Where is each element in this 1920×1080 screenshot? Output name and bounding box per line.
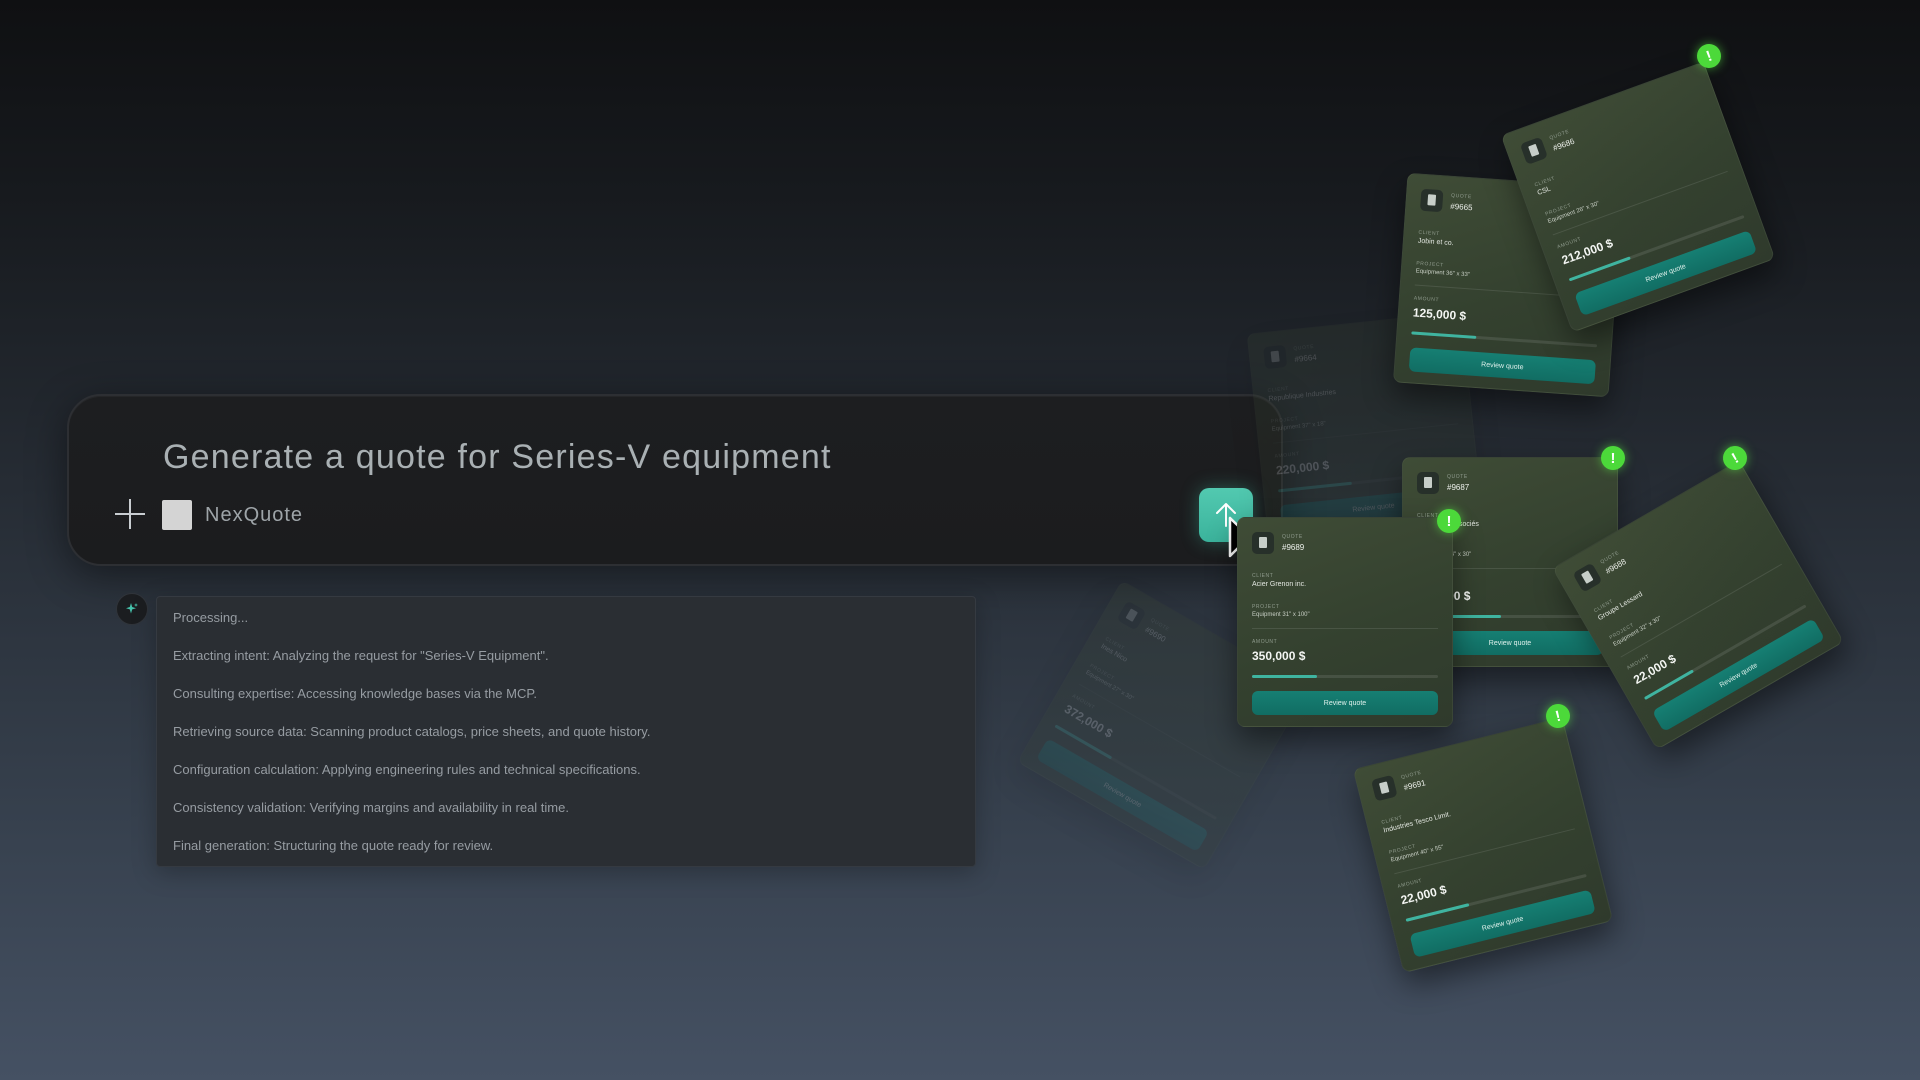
document-icon	[1572, 562, 1603, 593]
quote-caption: QUOTE	[1293, 343, 1315, 353]
divider	[1552, 170, 1728, 236]
log-line: Final generation: Structuring the quote …	[173, 838, 494, 853]
divider	[1252, 628, 1438, 629]
divider	[1620, 563, 1783, 658]
progress-fill	[1405, 903, 1470, 922]
sparkle-icon	[126, 603, 138, 614]
document-icon	[1417, 472, 1439, 494]
review-quote-button[interactable]: Review quote	[1408, 347, 1596, 385]
tool-logo-icon	[162, 500, 192, 530]
review-quote-button[interactable]: Review quote	[1252, 691, 1438, 715]
document-icon	[1419, 188, 1444, 213]
prompt-input[interactable]: Generate a quote for Series-V equipment	[163, 438, 832, 477]
document-icon	[1519, 136, 1549, 165]
project-spec: Equipment 36" x 33"	[1415, 268, 1471, 279]
review-quote-button[interactable]: Review quote	[1409, 889, 1596, 958]
quote-caption: QUOTE	[1282, 534, 1303, 540]
project-spec: Equipment 31" x 100"	[1252, 612, 1310, 618]
quote-caption: QUOTE	[1450, 192, 1473, 201]
quote-number: #9687	[1447, 483, 1470, 492]
client-caption: CLIENT	[1252, 573, 1274, 579]
quote-number: #9689	[1282, 543, 1305, 552]
quote-card: QUOTE #9689 CLIENT Acier Grenon inc. PROJECT…	[1237, 517, 1453, 727]
prompt-bar[interactable]: Generate a quote for Series-V equipment …	[67, 394, 1283, 566]
log-line: Configuration calculation: Applying engi…	[173, 762, 641, 777]
quote-number: #9664	[1294, 352, 1318, 364]
client-name: Acier Grenon inc.	[1252, 581, 1307, 588]
log-line: Processing...	[173, 610, 249, 625]
log-line: Consulting expertise: Accessing knowledg…	[173, 686, 537, 701]
quote-card: QUOTE #9691 CLIENT Industries Tesco Limit. P…	[1352, 716, 1614, 974]
add-attachment-icon[interactable]	[115, 499, 145, 529]
processing-log: Processing... Extracting intent: Analyzi…	[156, 596, 976, 867]
client-caption: CLIENT	[1267, 385, 1290, 394]
progress-fill	[1278, 481, 1353, 493]
tool-label[interactable]: NexQuote	[205, 504, 303, 527]
document-icon	[1263, 344, 1288, 370]
client-caption: CLIENT	[1418, 229, 1440, 238]
client-name: Jobin et co.	[1417, 237, 1454, 248]
log-line: Retrieving source data: Scanning product…	[173, 724, 651, 739]
progress-bar	[1411, 331, 1598, 348]
review-quote-button[interactable]: Review quote	[1035, 738, 1210, 853]
project-caption: PROJECT	[1416, 260, 1444, 269]
review-quote-button[interactable]: Review quote	[1651, 618, 1826, 733]
amount-caption: AMOUNT	[1252, 639, 1278, 645]
progress-bar	[1252, 675, 1438, 678]
log-line: Consistency validation: Verifying margin…	[173, 800, 569, 815]
document-icon	[1116, 600, 1147, 631]
quote-amount: 125,000 $	[1412, 305, 1467, 324]
quote-amount: 220,000 $	[1275, 457, 1330, 478]
progress-fill	[1411, 331, 1477, 339]
quote-caption: QUOTE	[1447, 474, 1468, 480]
alert-badge-icon[interactable]: !	[1601, 446, 1625, 470]
progress-fill	[1252, 675, 1318, 678]
quote-number: #9665	[1450, 201, 1473, 213]
ai-assistant-badge	[116, 593, 148, 625]
amount-caption: AMOUNT	[1274, 450, 1301, 460]
amount-caption: AMOUNT	[1413, 295, 1440, 304]
document-icon	[1370, 774, 1398, 802]
log-line: Extracting intent: Analyzing the request…	[173, 648, 549, 663]
quote-amount: 350,000 $	[1252, 649, 1306, 663]
document-icon	[1252, 532, 1274, 554]
alert-badge-icon[interactable]: !	[1437, 509, 1461, 533]
quote-number: #9691	[1402, 778, 1427, 793]
project-caption: PROJECT	[1252, 604, 1280, 610]
